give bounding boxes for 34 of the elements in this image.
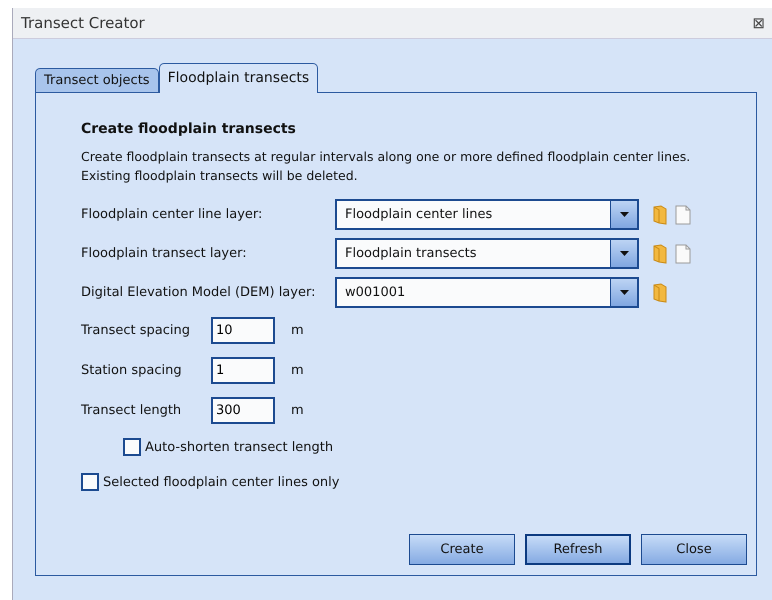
close-button[interactable]: ⊠ — [752, 14, 765, 32]
field-label: Digital Elevation Model (DEM) layer: — [81, 285, 316, 300]
checkbox-label: Auto-shorten transect length — [145, 440, 334, 454]
field-label: Floodplain center line layer: — [81, 207, 264, 222]
dialog-button[interactable]: Close — [641, 534, 747, 565]
description-text: Create floodplain transects at regular intervals along one or more defined floodplain center lines. — [81, 148, 692, 166]
layer-dropdown[interactable]: w001001 — [335, 277, 639, 308]
unit-label: m — [291, 322, 304, 338]
layer-dropdown[interactable]: Floodplain center lines — [335, 199, 639, 230]
tab[interactable]: Floodplain transects — [158, 63, 318, 93]
section-heading: Create floodplain transects — [81, 121, 297, 137]
field-label: Floodplain transect layer: — [81, 246, 248, 261]
dialog-button[interactable]: Refresh — [525, 534, 631, 565]
layer-dropdown[interactable]: Floodplain transects — [335, 238, 639, 269]
new-file-icon[interactable] — [675, 244, 691, 264]
dropdown-arrow-icon[interactable] — [620, 212, 628, 217]
field-label: Transect length — [81, 402, 182, 418]
field-label: Transect spacing — [81, 322, 191, 338]
tab[interactable]: Transect objects — [35, 68, 159, 92]
checkbox[interactable] — [123, 438, 141, 456]
input-field[interactable]: 10 — [211, 316, 275, 344]
dialog-button[interactable]: Create — [409, 534, 515, 565]
unit-label: m — [291, 402, 304, 418]
unit-label: m — [291, 362, 304, 378]
dropdown-arrow-icon[interactable] — [620, 251, 628, 256]
input-field[interactable]: 300 — [211, 396, 275, 424]
new-file-icon[interactable] — [675, 204, 691, 224]
input-field[interactable]: 1 — [211, 356, 275, 384]
checkbox-label: Selected floodplain center lines only — [103, 474, 340, 490]
dropdown-arrow-icon[interactable] — [620, 290, 628, 295]
field-label: Station spacing — [81, 362, 183, 378]
window-title: Transect Creator — [21, 14, 145, 32]
description-text: Existing floodplain transects will be deleted. — [81, 167, 359, 185]
checkbox[interactable] — [81, 473, 99, 491]
